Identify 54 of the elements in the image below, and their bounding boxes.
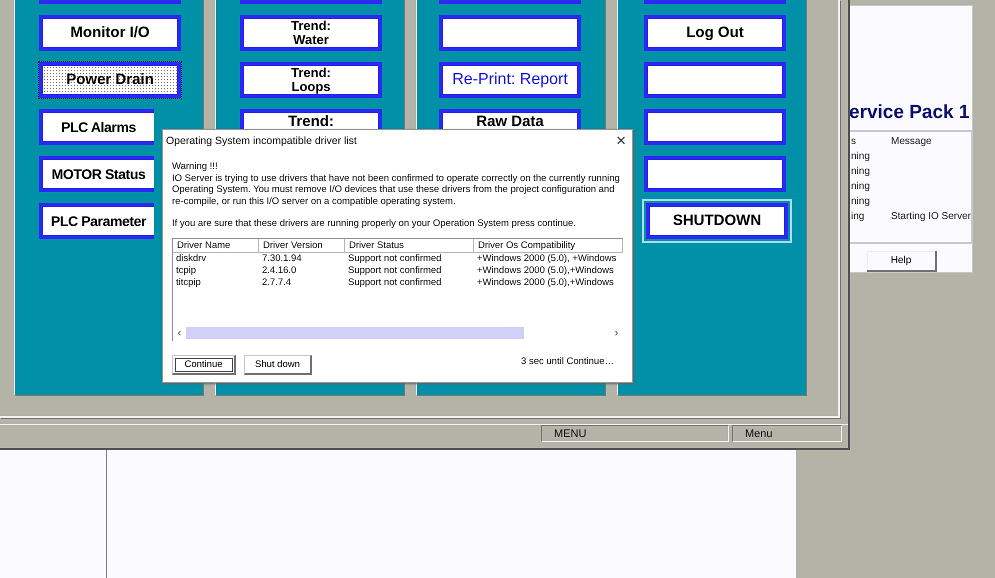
status-cell-text: ning xyxy=(851,181,871,193)
scroll-left-arrow[interactable]: ‹ xyxy=(173,326,186,338)
hmi-button[interactable]: Re-Print: Report xyxy=(439,62,581,98)
hmi-button[interactable]: PLC Parameter xyxy=(39,203,154,239)
table-cell-text: Support not confirmed xyxy=(347,276,442,288)
table-cell-text: titcpip xyxy=(175,276,202,288)
column-header: s xyxy=(851,136,857,148)
hmi-button[interactable]: MOTOR Status xyxy=(39,156,154,192)
hmi-button[interactable]: Trend: Water xyxy=(240,15,382,51)
status-cell-text: ing xyxy=(851,211,866,223)
hmi-button[interactable] xyxy=(644,109,786,145)
table-cell-text: +Windows 2000 (5.0),+Windows xyxy=(476,264,615,276)
table-cell-text: Support not confirmed xyxy=(347,264,442,276)
column-header: Driver Name xyxy=(173,238,259,252)
hmi-button[interactable]: Raw Data xyxy=(439,109,581,129)
scrollbar-thumb[interactable] xyxy=(186,326,524,338)
column-header: Message xyxy=(891,136,932,148)
hmi-button[interactable]: PLC Alarms xyxy=(39,109,154,145)
hmi-button[interactable]: Power Drain xyxy=(39,62,181,98)
table-cell-text: 2.4.16.0 xyxy=(261,264,298,276)
hmi-button[interactable] xyxy=(644,156,786,192)
table-cell-text: diskdrv xyxy=(175,252,208,264)
help-button[interactable]: Help xyxy=(867,251,937,272)
hmi-button[interactable]: Trend: xyxy=(240,109,382,129)
status-cell-text: ning xyxy=(851,151,871,163)
hmi-button[interactable]: Trend: Loops xyxy=(240,62,382,98)
column-header: Driver Os Compatibility xyxy=(474,238,623,252)
status-cell-text: ning xyxy=(851,166,871,178)
table-cell-text: Support not confirmed xyxy=(347,252,442,264)
column-header: Driver Status xyxy=(345,238,474,252)
table-cell-text: 7.30.1.94 xyxy=(261,252,303,264)
table-cell-text: +Windows 2000 (5.0),+Windows xyxy=(476,276,615,288)
hmi-button[interactable]: Log Out xyxy=(644,15,786,51)
status-panel: MENU xyxy=(541,425,729,442)
countdown-text: 3 sec until Continue… xyxy=(521,356,614,367)
warning-message: IO Server is trying to use drivers that have not been confirmed to operate correctly on the currently running Operating System. You must remove I/O devices that use these drivers from the project configuration and re-compile, or run this I/O server on a compatible operating system. xyxy=(172,172,621,207)
scroll-right-arrow[interactable]: › xyxy=(610,326,623,338)
status-cell-text: ning xyxy=(851,196,871,208)
close-button[interactable]: × xyxy=(616,133,626,149)
dialog-button[interactable]: Shut down xyxy=(244,354,312,374)
hmi-button[interactable] xyxy=(644,62,786,98)
status-panel: Menu xyxy=(732,425,842,442)
warning-heading: Warning !!! xyxy=(172,161,219,172)
table-cell-text: 2.7.7.4 xyxy=(261,276,292,288)
window-heading: ervice Pack 1 xyxy=(849,102,970,124)
dialog-button[interactable]: Continue xyxy=(172,354,236,374)
table-cell-text: tcpip xyxy=(175,264,198,276)
table-cell-text: +Windows 2000 (5.0), +Windows xyxy=(476,252,618,264)
hint-text: If you are sure that these drivers are running properly on your Operation System press continue. xyxy=(172,218,577,230)
hmi-button[interactable] xyxy=(439,15,581,51)
column-header: Driver Version xyxy=(259,238,345,252)
message-cell: Starting IO Server xyxy=(890,211,971,223)
hmi-button[interactable]: Monitor I/O xyxy=(39,15,181,51)
dialog-title: Operating System incompatible driver list xyxy=(166,135,357,147)
